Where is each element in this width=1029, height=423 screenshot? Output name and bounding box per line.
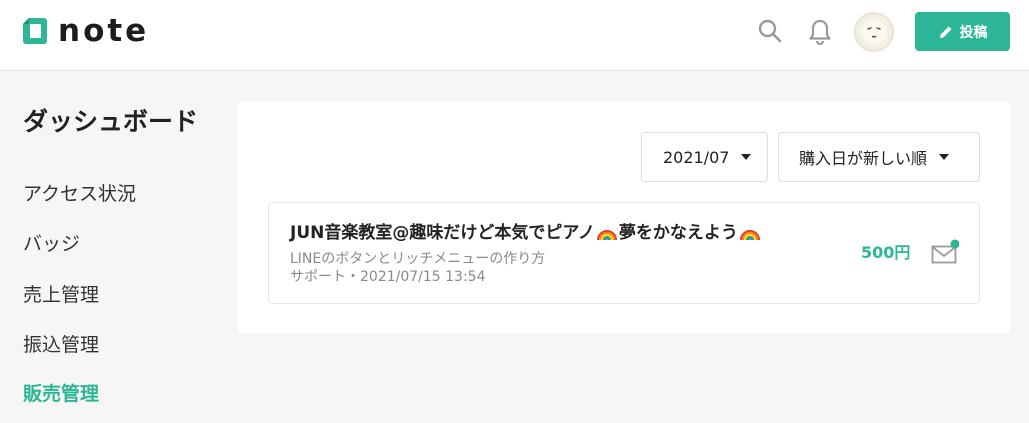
message-button[interactable]: [931, 239, 959, 265]
sidebar-item-badges[interactable]: バッジ: [23, 231, 80, 257]
sidebar-title: ダッシュボード: [23, 107, 199, 136]
logo-text: note: [58, 13, 150, 49]
search-button[interactable]: [757, 18, 783, 44]
month-select-value: 2021/07: [663, 147, 730, 167]
post-button[interactable]: 投稿: [915, 12, 1010, 51]
sale-item-meta: サポート・2021/07/15 13:54: [290, 269, 486, 285]
pencil-icon: [939, 25, 952, 38]
sort-select[interactable]: 購入日が新しい順: [778, 132, 980, 182]
sale-item-title: JUN音楽教室@趣味だけど本気でピアノ 夢をかなえよう: [290, 221, 762, 245]
sidebar-item-sales-management[interactable]: 売上管理: [23, 282, 99, 308]
post-button-label: 投稿: [959, 24, 988, 41]
envelope-icon: [931, 239, 959, 264]
top-header: note 投稿: [0, 0, 1029, 71]
sale-title-text: JUN音楽教室@趣味だけど本気でピアノ: [290, 223, 595, 243]
sale-item-name: LINEのボタンとリッチメニューの作り方: [290, 251, 546, 267]
sidebar-item-access[interactable]: アクセス状況: [23, 181, 136, 207]
avatar-face-icon: [861, 19, 887, 45]
note-logo-icon: [23, 18, 47, 44]
notifications-button[interactable]: [807, 18, 833, 46]
rainbow-icon: [739, 230, 760, 241]
sales-panel: 2021/07 購入日が新しい順 JUN音楽教室@趣味だけど本気でピアノ 夢をか…: [238, 102, 1010, 333]
sale-item[interactable]: JUN音楽教室@趣味だけど本気でピアノ 夢をかなえよう LINEのボタンとリッチ…: [268, 202, 980, 304]
sidebar-item-sales-admin[interactable]: 販売管理: [23, 381, 99, 407]
note-logo[interactable]: note: [22, 15, 149, 47]
sidebar-item-transfer-management[interactable]: 振込管理: [23, 332, 99, 358]
chevron-down-icon: [939, 154, 950, 160]
bell-icon: [809, 19, 831, 46]
sale-item-price: 500円: [861, 243, 911, 262]
chevron-down-icon: [741, 154, 752, 160]
avatar[interactable]: [854, 12, 894, 52]
sort-select-value: 購入日が新しい順: [799, 149, 928, 168]
search-icon: [758, 19, 782, 43]
rainbow-icon: [596, 230, 617, 241]
month-select[interactable]: 2021/07: [641, 132, 768, 182]
sale-title-text-2: 夢をかなえよう: [618, 223, 738, 243]
